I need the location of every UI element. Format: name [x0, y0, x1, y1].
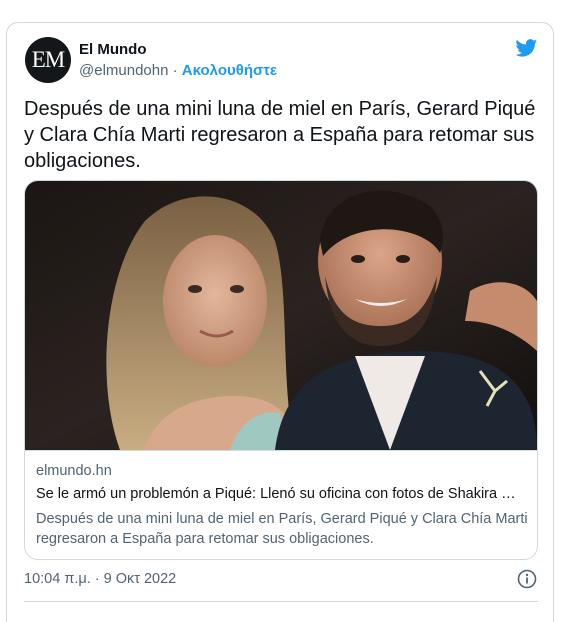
author-handle-row: @elmundohn · Ακολουθήστε	[79, 62, 277, 79]
twitter-bird-icon[interactable]	[514, 37, 539, 59]
divider	[24, 601, 538, 602]
link-title: Se le armó un problemón a Piqué: Llenó s…	[36, 486, 516, 502]
avatar-initials: EM	[31, 47, 65, 72]
link-preview-card[interactable]: elmundo.hn Se le armó un problemón a Piq…	[24, 180, 538, 560]
link-domain: elmundo.hn	[36, 463, 112, 479]
tweet-card: EM El Mundo @elmundohn · Ακολουθήστε Des…	[6, 22, 554, 622]
follow-link[interactable]: Ακολουθήστε	[182, 62, 277, 79]
avatar[interactable]: EM	[25, 37, 71, 83]
author-handle[interactable]: @elmundohn	[79, 62, 168, 79]
link-description: Después de una mini luna de miel en Parí…	[36, 511, 528, 547]
tweet-timestamp[interactable]: 10:04 π.μ. · 9 Οκτ 2022	[24, 571, 176, 587]
link-preview-photo	[25, 181, 537, 450]
link-preview-meta: elmundo.hn Se le armó un problemón a Piq…	[25, 450, 537, 559]
handle-separator: ·	[172, 62, 178, 79]
tweet-text: Después de una mini luna de miel en Parí…	[24, 98, 536, 172]
info-icon[interactable]	[517, 569, 537, 589]
author-name[interactable]: El Mundo	[79, 41, 147, 58]
